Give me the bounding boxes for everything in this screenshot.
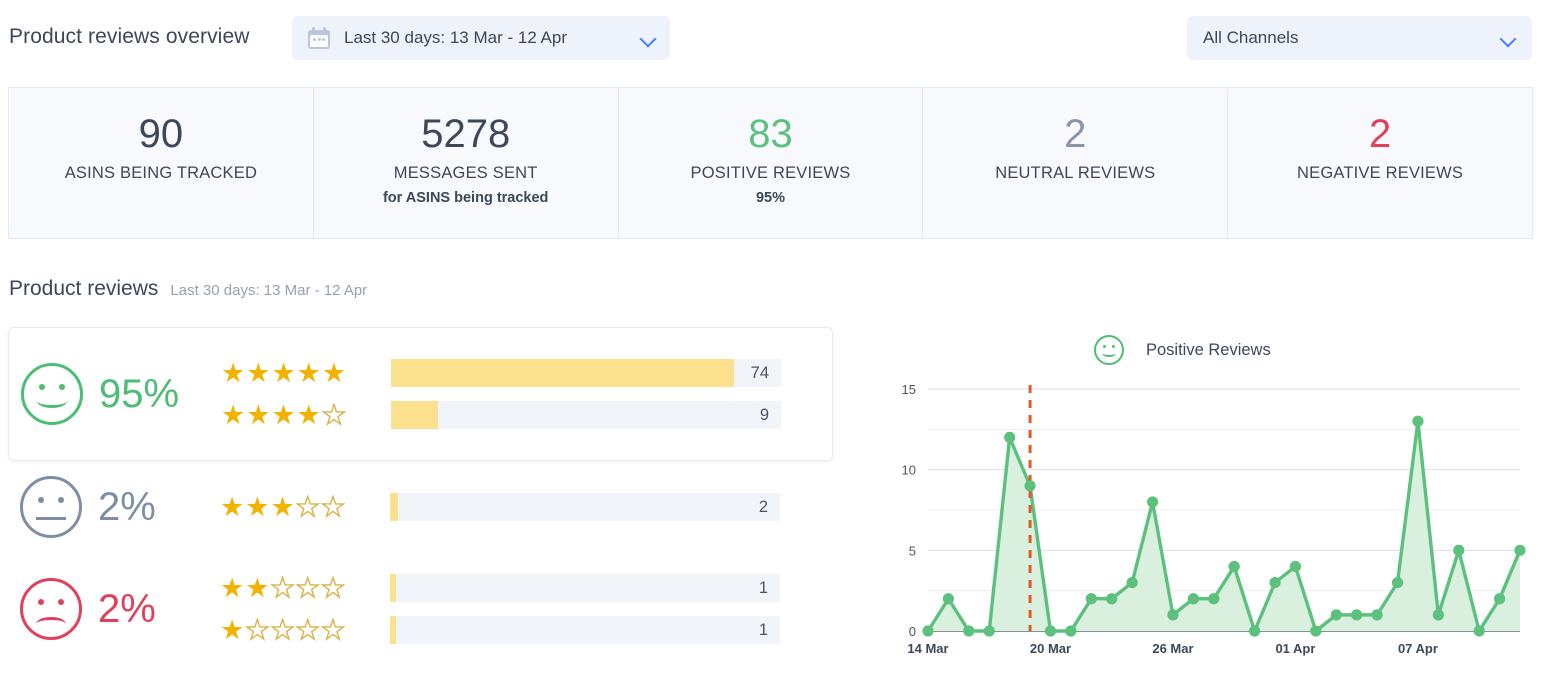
rating-count: 1 [758, 578, 768, 597]
chart-plot-area: 0 5 10 15 14 Mar 20 Mar 26 Mar 01 Apr 07 Apr [866, 379, 1533, 673]
neutral-percent: 2% [98, 485, 156, 529]
stat-sub: for ASINS being tracked [382, 190, 549, 206]
svg-text:01 Apr: 01 Apr [1275, 641, 1315, 656]
positive-summary: 95% [21, 363, 221, 425]
chevron-down-icon[interactable] [1500, 30, 1516, 46]
rating-count: 1 [758, 620, 768, 639]
star-rating-3: ★ ★ ★ ★ ★ [220, 491, 346, 522]
stats-row: 90 ASINS BEING TRACKED 5278 MESSAGES SEN… [8, 87, 1533, 239]
negative-percent: 2% [98, 587, 156, 631]
rating-bar-track: 1 [390, 616, 780, 644]
reviews-breakdown: 95% ★ ★ ★ ★ ★ 74 ★ ★ ★ ★ ★ 9 2% ★ ★ ★ ★ … [8, 327, 836, 673]
svg-text:14 Mar: 14 Mar [907, 641, 948, 656]
stat-label: MESSAGES SENT [393, 164, 538, 182]
negative-summary: 2% [20, 578, 220, 640]
review-group-negative[interactable]: 2% ★ ★ ★ ★ ★ 1 ★ ★ ★ ★ ★ 1 [8, 553, 833, 665]
channel-select-label: All Channels [1203, 28, 1299, 47]
review-group-neutral[interactable]: 2% ★ ★ ★ ★ ★ 2 [8, 461, 833, 553]
star-rating-5: ★ ★ ★ ★ ★ [221, 357, 347, 388]
chart-legend[interactable]: Positive Reviews [1094, 335, 1271, 365]
stat-card-messages-sent: 5278 MESSAGES SENT for ASINS being track… [314, 88, 619, 238]
svg-text:20 Mar: 20 Mar [1030, 641, 1071, 656]
stat-label: POSITIVE REVIEWS [690, 164, 851, 182]
rating-row-4-star[interactable]: ★ ★ ★ ★ ★ 9 [221, 400, 832, 430]
stat-card-negative-reviews: 2 NEGATIVE REVIEWS [1228, 88, 1532, 238]
calendar-icon [308, 27, 330, 49]
positive-reviews-chart: Positive Reviews 0 5 10 15 14 Mar 20 Mar 26 Ma… [866, 327, 1533, 673]
svg-text:0: 0 [909, 624, 916, 639]
stat-label: NEGATIVE REVIEWS [1297, 164, 1464, 182]
chart-svg: 0 5 10 15 14 Mar 20 Mar 26 Mar 01 Apr 07 Apr [902, 382, 1526, 656]
rating-bar-track: 74 [391, 359, 781, 387]
stat-card-asins-tracked: 90 ASINS BEING TRACKED [9, 88, 314, 238]
date-range-picker[interactable]: Last 30 days: 13 Mar - 12 Apr [292, 16, 670, 60]
rating-bar-track: 1 [390, 574, 780, 602]
chevron-down-icon[interactable] [640, 30, 656, 46]
smiley-neutral-icon [20, 476, 82, 538]
rating-row-2-star[interactable]: ★ ★ ★ ★ ★ 1 [220, 573, 833, 603]
date-range-label: Last 30 days: 13 Mar - 12 Apr [344, 28, 568, 47]
rating-bar-track: 2 [390, 493, 780, 521]
rating-row-3-star[interactable]: ★ ★ ★ ★ ★ 2 [220, 492, 833, 522]
review-group-positive[interactable]: 95% ★ ★ ★ ★ ★ 74 ★ ★ ★ ★ ★ 9 [8, 327, 833, 461]
rating-count: 2 [758, 497, 768, 516]
rating-bar-fill [390, 493, 398, 521]
rating-bar-fill [391, 401, 438, 429]
rating-row-5-star[interactable]: ★ ★ ★ ★ ★ 74 [221, 358, 832, 388]
smiley-sad-icon [20, 578, 82, 640]
svg-text:5: 5 [909, 543, 916, 558]
neutral-summary: 2% [20, 476, 220, 538]
stat-value: 5278 [421, 112, 511, 156]
star-rating-1: ★ ★ ★ ★ ★ [220, 614, 346, 645]
page-title: Product reviews overview [9, 25, 250, 48]
rating-bar-fill [390, 616, 396, 644]
star-rating-2: ★ ★ ★ ★ ★ [220, 572, 346, 603]
star-rating-4: ★ ★ ★ ★ ★ [221, 399, 347, 430]
chart-legend-label: Positive Reviews [1146, 340, 1271, 359]
stat-value: 2 [1368, 112, 1392, 156]
svg-text:10: 10 [902, 463, 916, 478]
positive-percent: 95% [99, 372, 180, 416]
smiley-happy-icon [21, 363, 83, 425]
section-header: Product reviews Last 30 days: 13 Mar - 1… [9, 277, 367, 301]
stat-card-neutral-reviews: 2 NEUTRAL REVIEWS [923, 88, 1229, 238]
smiley-happy-icon [1094, 335, 1124, 365]
stat-value: 90 [138, 112, 184, 156]
channel-select[interactable]: All Channels [1187, 16, 1532, 60]
svg-text:26 Mar: 26 Mar [1152, 641, 1193, 656]
rating-count: 9 [759, 405, 769, 424]
stat-card-positive-reviews: 83 POSITIVE REVIEWS 95% [619, 88, 924, 238]
stat-label: NEUTRAL REVIEWS [995, 164, 1156, 182]
rating-bar-fill [390, 574, 396, 602]
rating-bar-track: 9 [391, 401, 781, 429]
rating-row-1-star[interactable]: ★ ★ ★ ★ ★ 1 [220, 615, 833, 645]
section-title: Product reviews [9, 277, 159, 300]
page-header: Product reviews overview Last 30 days: 1… [0, 0, 1541, 76]
svg-text:07 Apr: 07 Apr [1398, 641, 1438, 656]
rating-count: 74 [750, 363, 769, 382]
stat-value: 2 [1064, 112, 1087, 156]
stat-sub: 95% [755, 190, 785, 206]
svg-text:15: 15 [902, 382, 916, 397]
section-subtitle: Last 30 days: 13 Mar - 12 Apr [170, 282, 368, 299]
rating-bar-fill [391, 359, 735, 387]
stat-label: ASINS BEING TRACKED [64, 164, 258, 182]
stat-value: 83 [748, 112, 793, 156]
